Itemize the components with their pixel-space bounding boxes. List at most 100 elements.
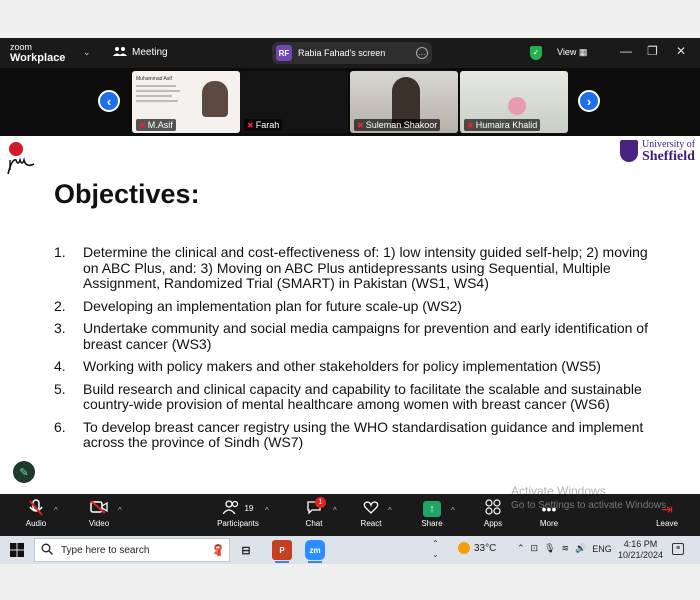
participants-count: 19 <box>244 504 254 513</box>
slide-title: Objectives: <box>54 179 200 209</box>
objective-number: 6. <box>54 418 66 435</box>
chevron-down-icon[interactable]: ⌄ <box>83 47 91 58</box>
participant-name-tag: ✖ Farah <box>244 119 283 131</box>
zoom-workplace-logo: zoom Workplace <box>10 42 65 64</box>
apps-icon <box>478 499 508 519</box>
more-label: More <box>539 519 559 528</box>
heart-react-icon <box>356 499 386 519</box>
presenter-avatar: RF <box>276 45 292 61</box>
close-icon[interactable]: ✕ <box>676 44 686 58</box>
chat-label: Chat <box>305 519 323 528</box>
network-icon[interactable]: ⊡ <box>531 543 539 554</box>
participant-tile[interactable]: Muhammad Asif ✖ M.Asif <box>132 71 240 133</box>
clock-date: 10/21/2024 <box>618 550 664 560</box>
leave-label: Leave <box>656 519 678 528</box>
scroll-arrows-icon[interactable]: ⌃ ⌄ <box>432 538 439 560</box>
video-button[interactable]: Video <box>84 499 114 528</box>
objective-text: Undertake community and social media cam… <box>83 320 648 352</box>
participant-name-tag: ✖ M.Asif <box>136 119 176 131</box>
participant-name: Humaira Khalid <box>475 120 538 130</box>
muted-mic-icon: ✖ <box>357 120 364 130</box>
zoom-title-bar: zoom Workplace ⌄ Meeting RF Rabia Fahad'… <box>0 38 700 68</box>
windows-start-icon[interactable] <box>10 543 24 557</box>
participant-tile[interactable]: ✖ Humaira Khalid <box>460 71 568 133</box>
language-indicator[interactable]: ENG <box>592 544 612 554</box>
audio-button[interactable]: Audio <box>22 499 50 528</box>
zoom-app-icon[interactable]: zm <box>305 540 325 560</box>
thumb-slide-line <box>136 95 172 97</box>
notifications-icon[interactable]: ≡ <box>672 543 684 555</box>
thumb-slide-line <box>136 85 176 87</box>
objective-item: 2. Developing an implementation plan for … <box>54 297 654 315</box>
people-icon <box>113 46 127 59</box>
taskbar-search-box[interactable]: Type here to search 🧣 <box>34 538 230 562</box>
screen-share-indicator[interactable]: RF Rabia Fahad's screen … <box>272 42 432 64</box>
minimize-icon[interactable]: — <box>620 44 632 58</box>
objective-text: Build research and clinical capacity and… <box>83 380 642 412</box>
video-off-icon <box>84 499 114 519</box>
audio-options-caret-icon[interactable]: ^ <box>54 506 58 515</box>
screen-share-label: Rabia Fahad's screen <box>298 48 386 58</box>
video-options-caret-icon[interactable]: ^ <box>118 506 122 515</box>
share-label: Share <box>421 519 443 528</box>
clock-time: 4:16 PM <box>623 539 658 549</box>
chat-options-caret-icon[interactable]: ^ <box>333 506 337 515</box>
participant-name-tag: ✖ Suleman Shakoor <box>354 119 441 131</box>
temperature: 33°C <box>474 542 497 554</box>
grid-icon: ▦ <box>578 47 588 57</box>
search-placeholder: Type here to search <box>61 544 150 556</box>
participant-name: Suleman Shakoor <box>365 120 438 130</box>
muted-mic-icon: ✖ <box>467 120 474 130</box>
university-of-sheffield-logo: University of Sheffield <box>618 138 700 166</box>
view-label: View <box>557 47 577 57</box>
show-hidden-icons-icon[interactable]: ⌃ <box>517 543 525 554</box>
react-button[interactable]: React <box>356 499 386 528</box>
previous-page-button[interactable]: ‹ <box>98 90 120 112</box>
search-icon <box>41 543 53 558</box>
powerpoint-icon[interactable]: P <box>272 540 292 560</box>
screen: zoom Workplace ⌄ Meeting RF Rabia Fahad'… <box>0 0 700 600</box>
view-button[interactable]: View ▦ <box>557 47 587 58</box>
taskbar-clock[interactable]: 4:16 PM 10/21/2024 <box>618 539 663 561</box>
participants-icon: 19 <box>214 499 262 519</box>
annotate-pencil-icon[interactable]: ✎ <box>13 461 35 483</box>
share-options-caret-icon[interactable]: ^ <box>451 506 455 515</box>
participant-name: Farah <box>255 120 280 130</box>
restore-icon[interactable]: ❐ <box>647 44 658 58</box>
weather-widget[interactable]: 33°C <box>458 542 496 554</box>
participant-name-tag: ✖ Humaira Khalid <box>464 119 541 131</box>
apps-button[interactable]: Apps <box>478 499 508 528</box>
task-view-icon[interactable]: ⊟ <box>236 540 256 560</box>
microphone-icon[interactable]: 🎙 <box>544 543 555 554</box>
objective-text: Determine the clinical and cost-effectiv… <box>83 244 648 291</box>
chat-unread-badge: 1 <box>315 497 326 508</box>
participant-tile[interactable]: ✖ Suleman Shakoor <box>350 71 458 133</box>
objective-text: Developing an implementation plan for fu… <box>83 297 462 314</box>
meeting-menu[interactable]: Meeting <box>113 46 168 59</box>
objective-number: 5. <box>54 380 66 397</box>
participants-button[interactable]: 19 Participants <box>214 499 262 528</box>
react-options-caret-icon[interactable]: ^ <box>388 506 392 515</box>
more-options-icon[interactable]: … <box>416 47 428 59</box>
participants-options-caret-icon[interactable]: ^ <box>265 506 269 515</box>
participant-tile[interactable]: ✖ Farah <box>240 71 348 133</box>
volume-icon[interactable]: 🔊 <box>575 543 586 554</box>
thumb-slide-line <box>136 100 178 102</box>
objective-number: 2. <box>54 297 66 314</box>
share-button[interactable]: ↑ Share <box>417 499 447 528</box>
muted-mic-icon: ✖ <box>247 120 254 130</box>
search-highlight-icon: 🧣 <box>211 544 225 557</box>
system-tray: ⌃ ⊡ 🎙 ≋ 🔊 ENG <box>517 543 612 554</box>
wifi-icon[interactable]: ≋ <box>562 543 570 554</box>
active-app-indicator <box>308 561 322 563</box>
meeting-label: Meeting <box>132 47 168 58</box>
security-shield-icon[interactable]: ✓ <box>530 46 542 60</box>
shared-screen-slide: University of Sheffield Objectives: 1. De… <box>0 136 700 494</box>
next-page-button[interactable]: › <box>578 90 600 112</box>
logo-sheffield-text: Sheffield <box>642 149 695 164</box>
windows-taskbar: Type here to search 🧣 ⊟ P zm ⌃ ⌄ 33°C ⌃ ⊡… <box>0 536 700 564</box>
pill-logo <box>7 142 35 175</box>
objective-text: To develop breast cancer registry using … <box>83 418 644 450</box>
thumb-slide-line <box>136 90 180 92</box>
logo-workplace-text: Workplace <box>10 52 66 64</box>
